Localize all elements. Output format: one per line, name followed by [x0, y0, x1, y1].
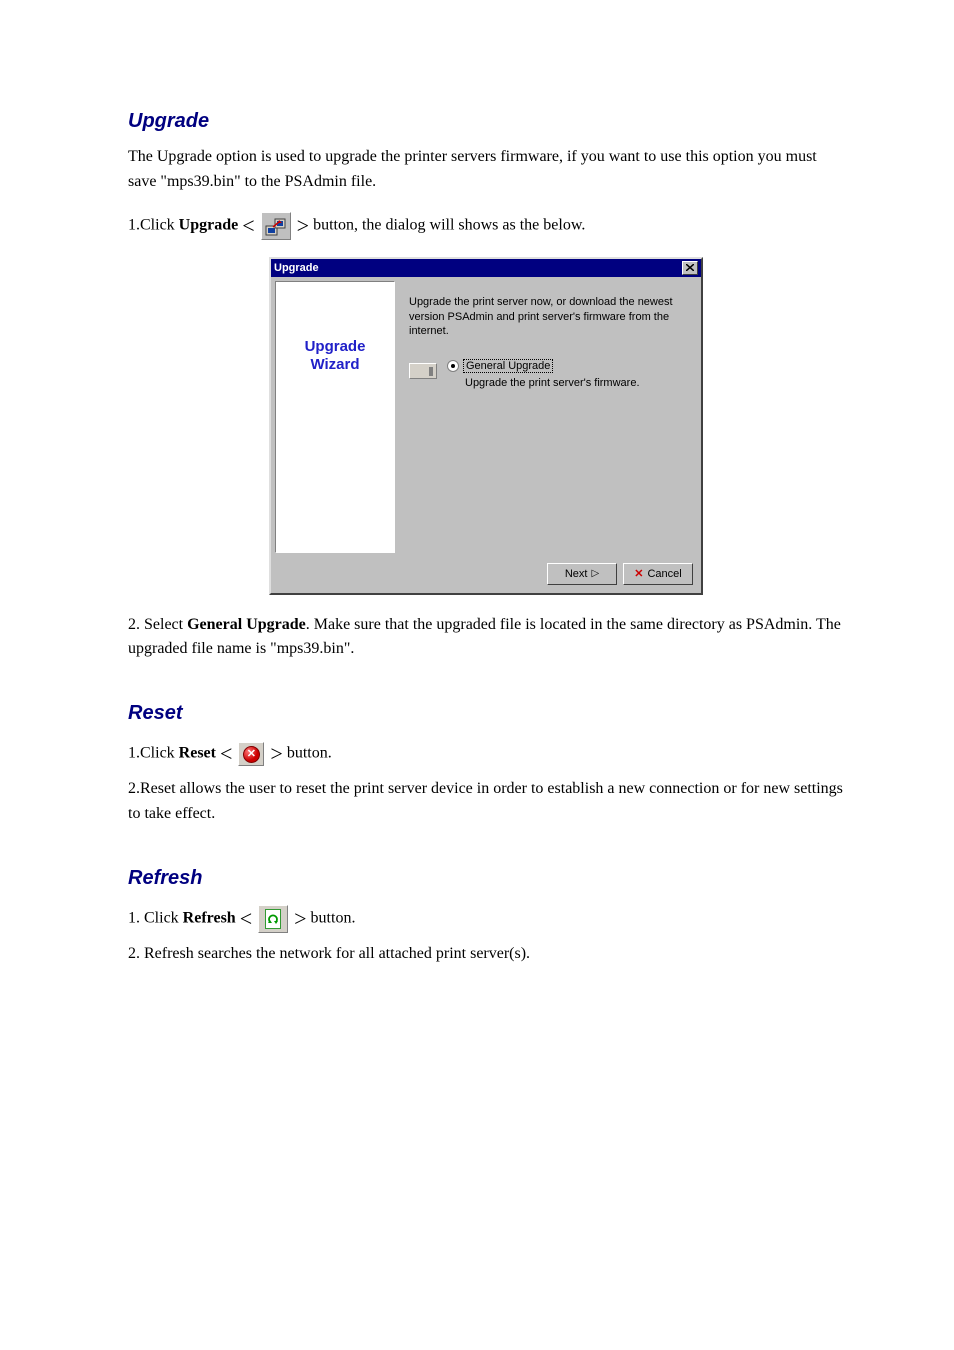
refresh-heading: Refresh — [128, 867, 844, 890]
next-arrow-icon: ▷ — [591, 568, 599, 579]
angle-open: < — [240, 906, 252, 931]
upgrade-intro: The Upgrade option is used to upgrade th… — [128, 145, 844, 195]
upgrade-dialog: Upgrade Upgrade Wizard Upgrade the print… — [269, 257, 703, 595]
angle-close: > — [294, 906, 306, 931]
dialog-body: Upgrade Wizard Upgrade the print server … — [271, 277, 701, 557]
wizard-side-panel: Upgrade Wizard — [275, 281, 395, 553]
radio-icon — [447, 360, 459, 372]
side-line1: Upgrade — [305, 338, 366, 357]
reset-step2: 2.Reset allows the user to reset the pri… — [128, 777, 844, 827]
upgrade-toolbar-icon — [261, 212, 291, 240]
option-desc: Upgrade the print server's firmware. — [465, 377, 640, 389]
refresh-step1-prefix: 1. Click — [128, 910, 183, 927]
document-page: Upgrade The Upgrade option is used to up… — [0, 0, 954, 1023]
angle-close: > — [270, 741, 282, 766]
upgrade-step1: 1.Click Upgrade < > button, the dialog w… — [128, 209, 844, 243]
upgrade-step1-prefix: 1.Click — [128, 216, 179, 233]
reset-step1-suffix: button. — [287, 745, 332, 762]
angle-close: > — [297, 213, 309, 238]
option-row: General Upgrade Upgrade the print server… — [409, 359, 687, 389]
upgrade-step2-bold: General Upgrade — [187, 616, 306, 633]
reset-step1-prefix: 1.Click — [128, 745, 179, 762]
reset-toolbar-icon: ✕ — [238, 742, 264, 766]
angle-open: < — [242, 213, 254, 238]
wizard-main-panel: Upgrade the print server now, or downloa… — [395, 281, 697, 553]
upgrade-step1-suffix: button, the dialog will shows as the bel… — [313, 216, 585, 233]
firmware-chip-icon — [409, 363, 437, 379]
dialog-title: Upgrade — [274, 262, 319, 274]
dialog-desc: Upgrade the print server now, or downloa… — [409, 295, 687, 340]
reset-x-icon: ✕ — [243, 746, 260, 763]
dialog-button-row: Next ▷ ✕ Cancel — [271, 557, 701, 593]
next-label: Next — [565, 568, 588, 580]
reset-heading: Reset — [128, 702, 844, 725]
refresh-step1-bold: Refresh — [183, 910, 236, 927]
next-button[interactable]: Next ▷ — [547, 563, 617, 585]
refresh-step1-suffix: button. — [311, 910, 356, 927]
reset-step1: 1.Click Reset < ✕ > button. — [128, 737, 844, 771]
reset-step1-bold: Reset — [179, 745, 216, 762]
refresh-paper-icon — [265, 909, 281, 929]
radio-label: General Upgrade — [463, 359, 553, 373]
side-line2: Wizard — [310, 356, 359, 375]
upgrade-step1-bold: Upgrade — [179, 216, 239, 233]
cancel-button[interactable]: ✕ Cancel — [623, 563, 693, 585]
upgrade-step2: 2. Select General Upgrade. Make sure tha… — [128, 613, 844, 663]
refresh-step2: 2. Refresh searches the network for all … — [128, 942, 844, 967]
radio-block: General Upgrade Upgrade the print server… — [447, 359, 640, 389]
refresh-toolbar-icon — [258, 905, 288, 933]
cancel-x-icon: ✕ — [634, 567, 643, 580]
radio-general-upgrade[interactable]: General Upgrade — [447, 359, 640, 373]
dialog-container: Upgrade Upgrade Wizard Upgrade the print… — [128, 257, 844, 595]
close-button[interactable] — [682, 261, 698, 275]
upgrade-step2-prefix: 2. Select — [128, 616, 187, 633]
refresh-step1: 1. Click Refresh < > button. — [128, 902, 844, 936]
dialog-titlebar: Upgrade — [271, 259, 701, 277]
angle-open: < — [220, 741, 232, 766]
upgrade-heading: Upgrade — [128, 110, 844, 133]
close-icon — [686, 264, 694, 271]
cancel-label: Cancel — [647, 568, 681, 580]
